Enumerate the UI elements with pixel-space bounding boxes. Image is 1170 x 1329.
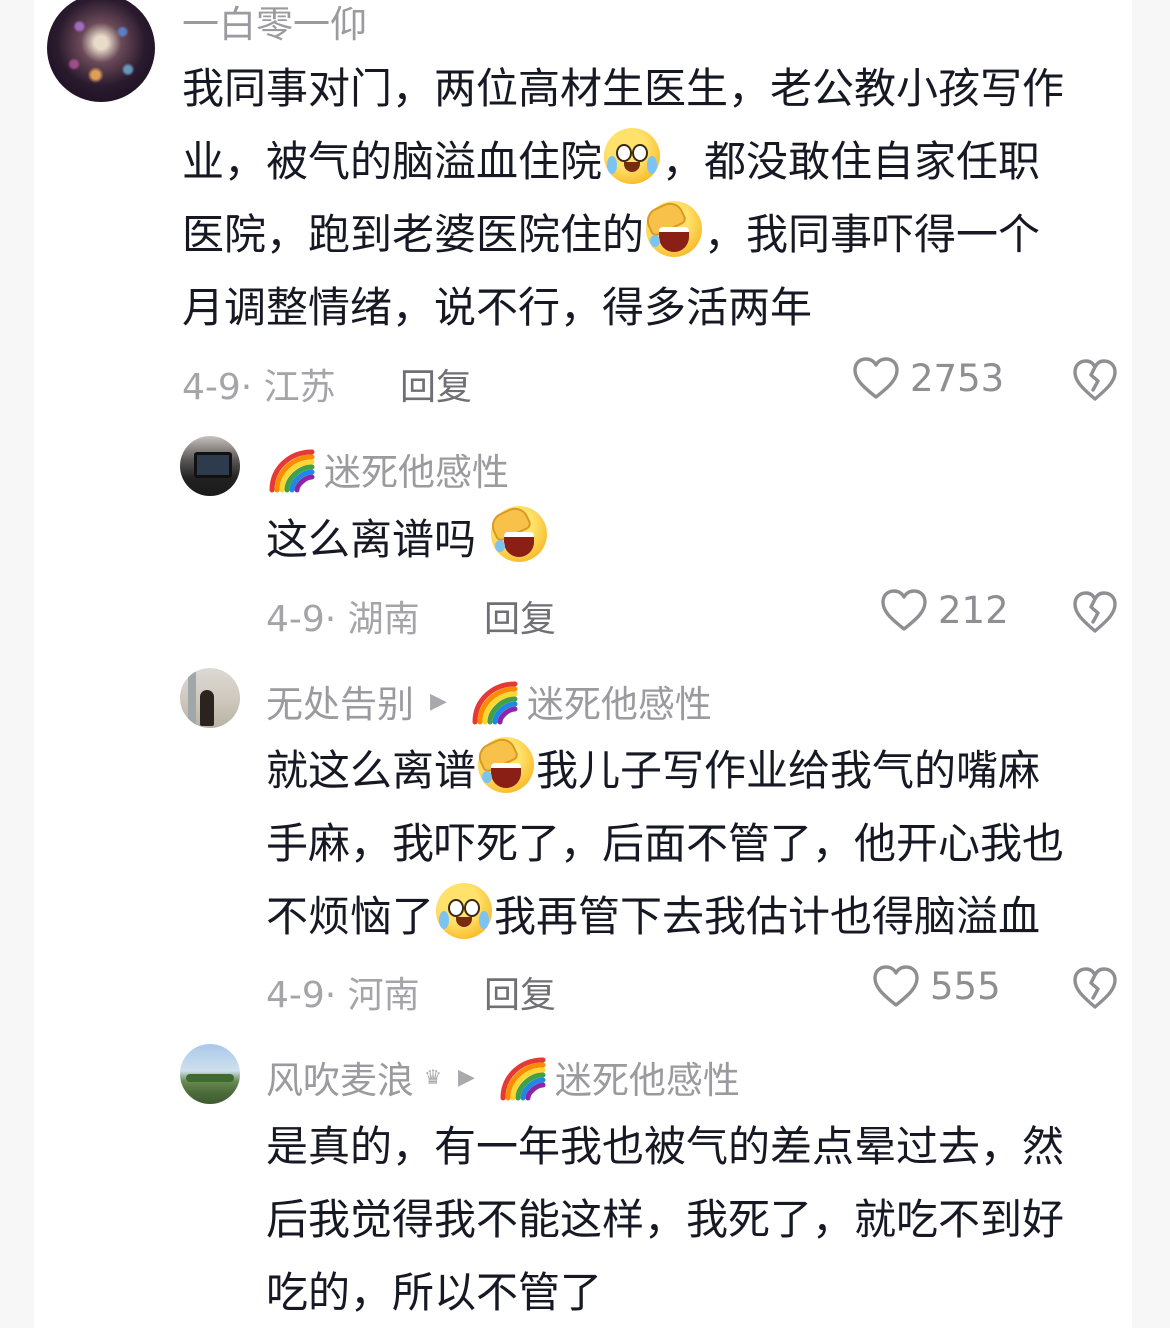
comment-username[interactable]: 一白零一仰	[182, 0, 367, 48]
triangle-right-icon: ▶	[457, 1064, 475, 1090]
like-count: 212	[938, 588, 1009, 632]
reply-button[interactable]: 回复	[484, 966, 556, 1018]
comment-line: 月调整情绪，说不行，得多活两年	[182, 283, 813, 332]
avatar[interactable]	[47, 0, 155, 102]
like-button[interactable]: 2753	[852, 356, 1004, 400]
comment-line: 就这么离谱 我儿子写作业给我气的嘴麻	[266, 734, 1064, 807]
comment-line: 这么离谱吗	[266, 503, 549, 576]
right-margin	[1132, 0, 1170, 1328]
reply-to-username[interactable]: 迷死他感性	[527, 674, 712, 728]
comment-line: 是真的，有一年我也被气的差点晕过去，然	[266, 1122, 1065, 1171]
rainbow-emoji-icon	[266, 444, 316, 494]
reply-button[interactable]: 回复	[400, 358, 472, 410]
comment-line: 医院，跑到老婆医院住的 ，我同事吓得一个	[182, 198, 1064, 271]
facepalm-laughing-emoji-icon	[474, 734, 535, 793]
heart-outline-icon	[852, 356, 900, 400]
like-button[interactable]: 555	[872, 964, 1001, 1008]
comment-line: 手麻，我吓死了，后面不管了，他开心我也	[266, 819, 1065, 868]
avatar[interactable]	[180, 668, 240, 728]
comment-line: 我同事对门，两位高材生医生，老公教小孩写作	[182, 64, 1065, 113]
reply-username-row: 无处告别 ▶ 迷死他感性	[266, 674, 712, 728]
reply-username-row: 风吹麦浪 ♛ ▶ 迷死他感性	[266, 1050, 740, 1104]
comment-date-location: 4-9· 河南	[266, 975, 420, 1016]
rainbow-emoji-icon	[469, 676, 519, 726]
broken-heart-icon[interactable]	[1072, 358, 1118, 406]
reply-username[interactable]: 风吹麦浪	[266, 1050, 414, 1104]
reply-text: 就这么离谱 我儿子写作业给我气的嘴麻 手麻，我吓死了，后面不管了，他开心我也 不烦…	[266, 734, 1064, 953]
left-margin	[0, 0, 34, 1328]
crying-face-emoji-icon	[604, 128, 661, 184]
broken-heart-icon[interactable]	[1072, 966, 1118, 1014]
reply-text: 是真的，有一年我也被气的差点晕过去，然 后我觉得我不能这样，我死了，就吃不到好 …	[266, 1110, 1064, 1329]
broken-heart-icon[interactable]	[1072, 590, 1118, 638]
reply-text: 这么离谱吗	[266, 503, 549, 576]
comment-line: 后我觉得我不能这样，我死了，就吃不到好	[266, 1195, 1065, 1244]
comment-line: 业，被气的脑溢血住院 ，都没敢住自家任职	[182, 125, 1064, 198]
reply-username[interactable]: 迷死他感性	[324, 442, 509, 496]
reply-username[interactable]: 无处告别	[266, 674, 414, 728]
heart-outline-icon	[880, 588, 928, 632]
comment-text: 我同事对门，两位高材生医生，老公教小孩写作 业，被气的脑溢血住院 ，都没敢住自家任…	[182, 52, 1064, 344]
triangle-right-icon: ▶	[430, 688, 447, 714]
rainbow-emoji-icon	[497, 1052, 547, 1102]
comment-line: 吃的，所以不管了	[266, 1268, 603, 1317]
comment-date-location: 4-9· 江苏	[182, 367, 336, 408]
avatar[interactable]	[180, 436, 240, 496]
reply-username-row: 迷死他感性	[266, 442, 509, 496]
heart-outline-icon	[872, 964, 920, 1008]
avatar[interactable]	[180, 1044, 240, 1104]
like-count: 555	[930, 964, 1001, 1008]
comment-line: 不烦恼了 我再管下去我估计也得脑溢血	[266, 880, 1064, 953]
crying-face-emoji-icon	[436, 883, 493, 939]
facepalm-laughing-emoji-icon	[487, 503, 548, 562]
crown-icon: ♛	[424, 1065, 442, 1089]
like-count: 2753	[910, 356, 1005, 400]
comment-date-location: 4-9· 湖南	[266, 599, 420, 640]
reply-button[interactable]: 回复	[484, 590, 556, 642]
like-button[interactable]: 212	[880, 588, 1009, 632]
reply-to-username[interactable]: 迷死他感性	[555, 1050, 740, 1104]
facepalm-laughing-emoji-icon	[642, 198, 703, 257]
